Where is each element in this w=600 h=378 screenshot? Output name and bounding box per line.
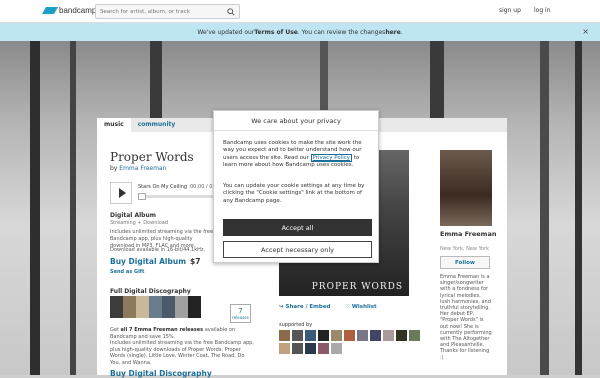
accept-necessary-button[interactable]: Accept necessary only	[223, 241, 372, 258]
cookie-dialog-title: We care about your privacy	[214, 111, 378, 131]
cookie-consent-dialog: We care about your privacy Bandcamp uses…	[213, 110, 379, 263]
cookie-settings-text: You can update your cookie settings at a…	[223, 183, 365, 204]
accept-all-button[interactable]: Accept all	[223, 219, 372, 236]
cookie-dialog-text: Bandcamp uses cookies to make the site w…	[223, 140, 373, 170]
privacy-policy-link[interactable]: Privacy Policy	[310, 153, 353, 162]
